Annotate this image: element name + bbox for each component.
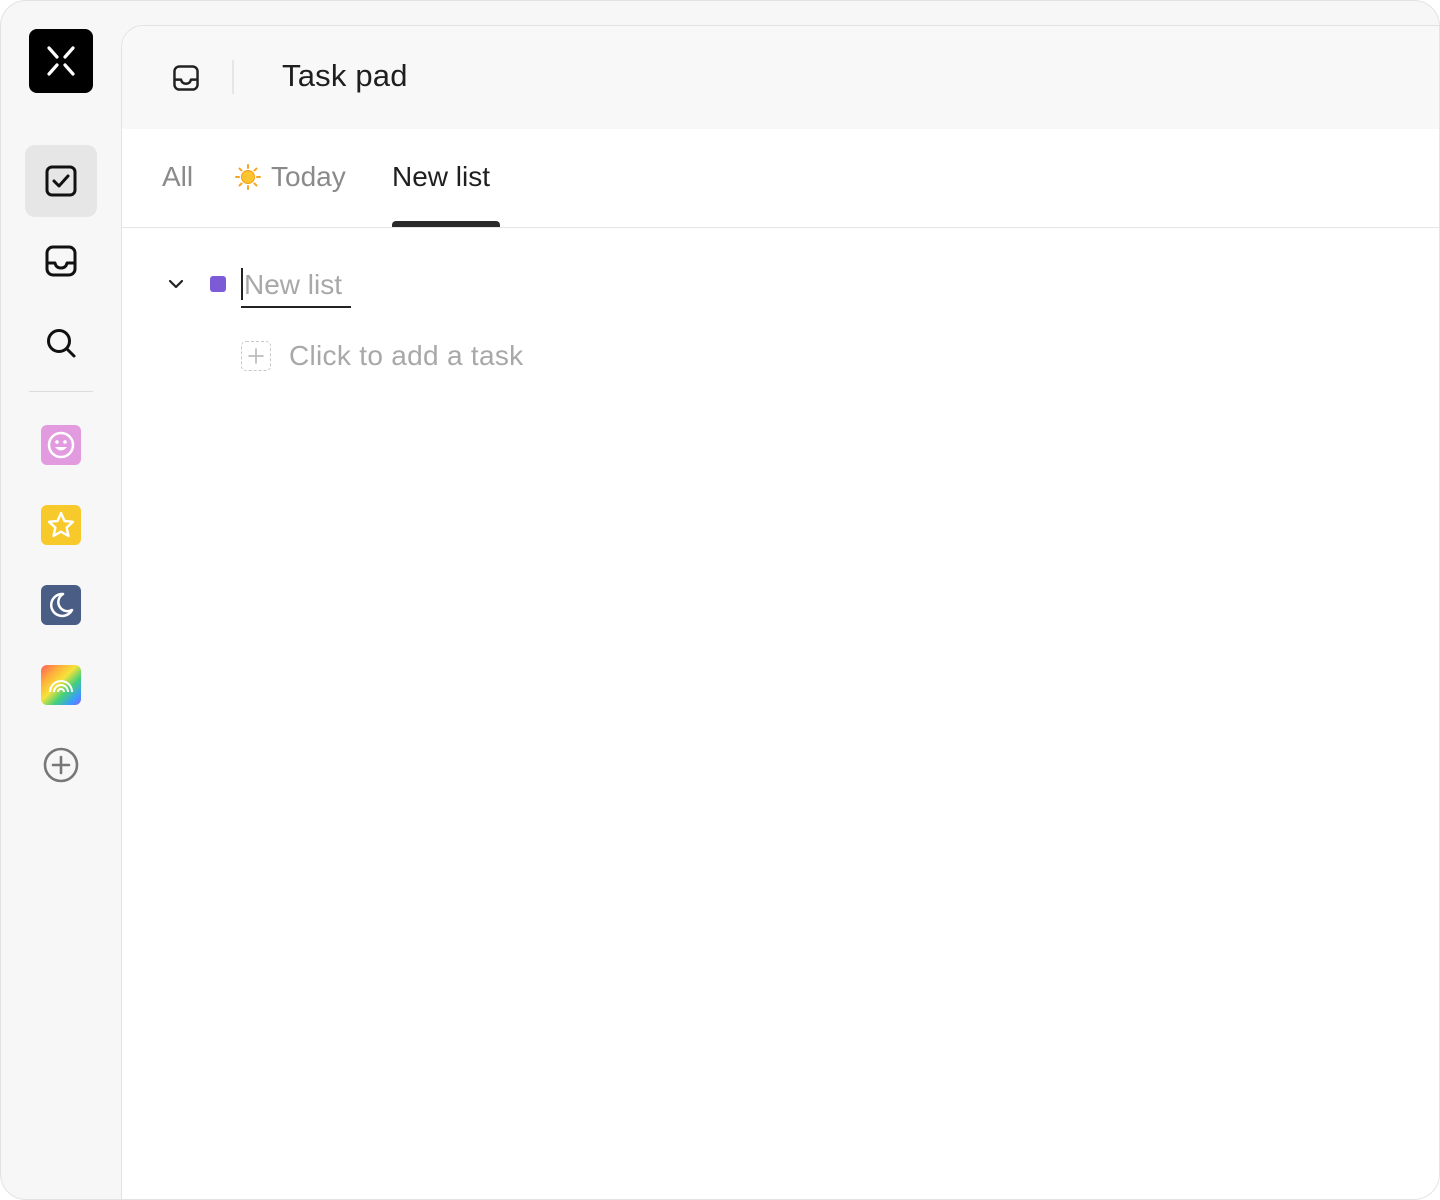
list-name-input[interactable] (241, 264, 351, 308)
page-title: Task pad (282, 58, 408, 93)
sidebar-list-star[interactable] (41, 505, 81, 545)
checkbox-icon (45, 165, 77, 197)
tab-label: Today (271, 161, 346, 192)
add-list-button[interactable] (41, 745, 81, 785)
tab-new-list[interactable]: New list (392, 161, 490, 193)
rainbow-icon (49, 680, 73, 693)
star-icon (47, 511, 75, 538)
header: Task pad (122, 26, 1439, 129)
smiley-icon (47, 431, 75, 459)
active-tab-indicator (392, 221, 500, 227)
sidebar-list-smiley[interactable] (41, 425, 81, 465)
add-task-box (241, 341, 271, 371)
tab-today[interactable]: Today (234, 161, 346, 193)
nav-search-button[interactable] (25, 307, 97, 379)
sidebar-divider (29, 391, 93, 392)
add-task-button[interactable]: Click to add a task (241, 340, 523, 372)
nav-inbox-button[interactable] (25, 225, 97, 297)
moon-icon (49, 592, 74, 618)
text-caret (241, 268, 243, 300)
tab-all[interactable]: All (162, 161, 193, 193)
app-logo-icon[interactable] (29, 29, 93, 93)
sidebar-list-rainbow[interactable] (41, 665, 81, 705)
chevron-down-icon (168, 279, 184, 289)
search-icon (47, 329, 76, 358)
tab-bar: All Today New list (122, 129, 1439, 228)
sidebar-list-moon[interactable] (41, 585, 81, 625)
inbox-icon (45, 245, 77, 277)
plus-icon (248, 348, 264, 364)
app-window: Task pad All Today New list New list Cli… (0, 0, 1440, 1200)
tab-label: All (162, 161, 194, 192)
collapse-list-button[interactable] (164, 272, 188, 296)
sidebar (1, 1, 121, 1199)
add-task-label: Click to add a task (289, 340, 524, 371)
sun-icon (235, 164, 261, 190)
list-color-swatch[interactable] (210, 276, 226, 292)
nav-tasks-button[interactable] (25, 145, 97, 217)
header-inbox-button[interactable] (168, 60, 204, 96)
inbox-icon (173, 65, 199, 91)
main-panel: Task pad All Today New list New list Cli… (121, 25, 1439, 1199)
tab-label: New list (392, 161, 491, 192)
plus-circle-icon (43, 747, 79, 783)
header-divider (232, 60, 234, 94)
